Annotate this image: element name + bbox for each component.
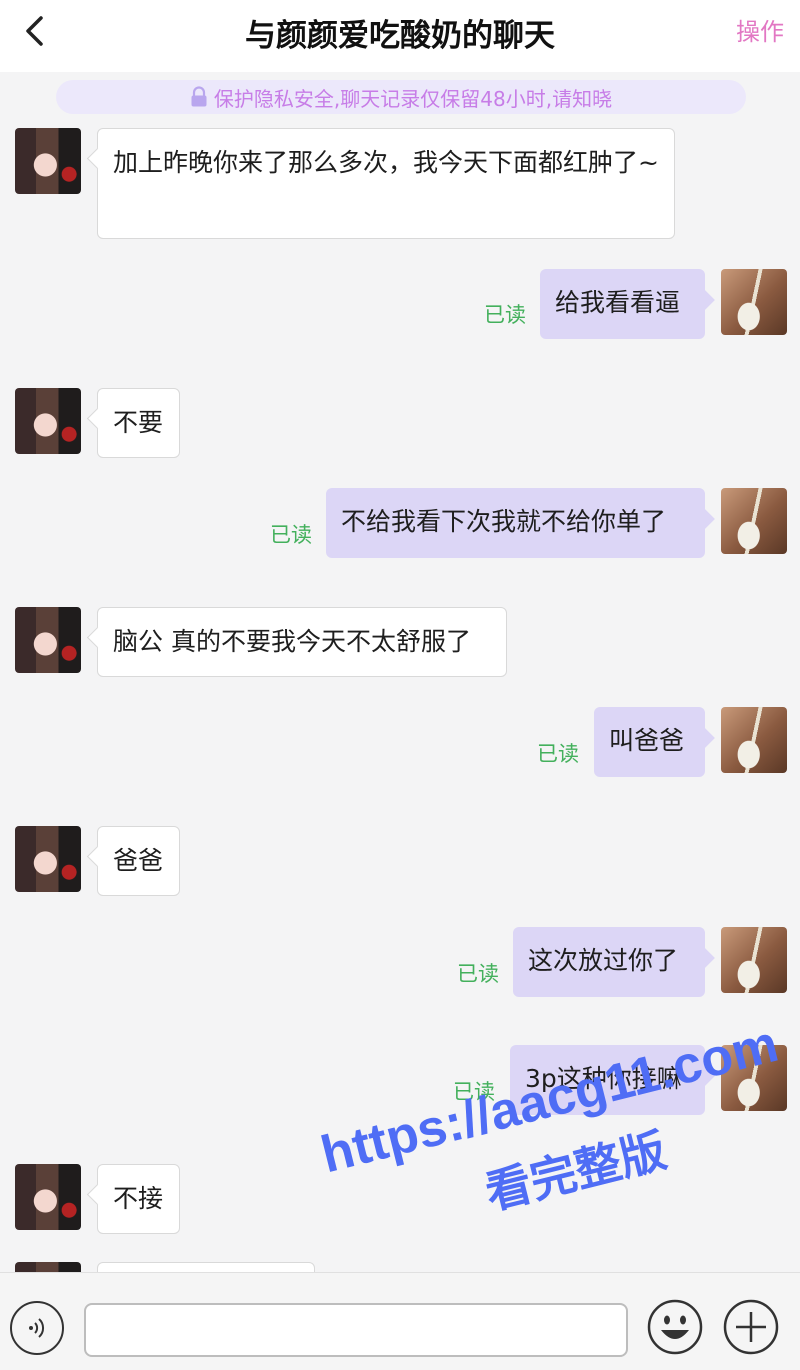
incoming-message: 爸爸 [97, 826, 180, 896]
outgoing-message: 3p这种你接嘛 [510, 1045, 705, 1115]
watermark: https://aacg11.com 看完整版 [308, 972, 800, 1321]
outgoing-message: 这次放过你了 [513, 927, 705, 997]
incoming-message: 加上昨晚你来了那么多次，我今天下面都红肿了~ [97, 128, 675, 239]
privacy-notice: 保护隐私安全,聊天记录仅保留48小时,请知晓 [56, 80, 746, 114]
my-avatar[interactable] [721, 927, 787, 993]
contact-avatar[interactable] [15, 826, 81, 892]
incoming-message: 不接 [97, 1164, 180, 1234]
privacy-notice-text: 保护隐私安全,聊天记录仅保留48小时,请知晓 [213, 86, 613, 111]
emoji-icon[interactable] [646, 1298, 704, 1356]
action-button[interactable]: 操作 [736, 12, 784, 47]
contact-avatar[interactable] [15, 128, 81, 194]
top-bar: 与颜颜爱吃酸奶的聊天 操作 [0, 0, 800, 72]
read-status: 已读 [453, 1080, 495, 1104]
voice-icon [29, 1318, 45, 1338]
my-avatar[interactable] [721, 1045, 787, 1111]
input-bar [0, 1272, 800, 1370]
incoming-message: 脑公 真的不要我今天不太舒服了 [97, 607, 507, 677]
contact-avatar[interactable] [15, 388, 81, 454]
lock-icon [191, 86, 207, 107]
incoming-message: 不要 [97, 388, 180, 458]
read-status: 已读 [457, 962, 499, 986]
chat-title: 与颜颜爱吃酸奶的聊天 [245, 18, 555, 54]
read-status: 已读 [537, 742, 579, 766]
my-avatar[interactable] [721, 488, 787, 554]
my-avatar[interactable] [721, 707, 787, 773]
message-input[interactable] [84, 1303, 628, 1357]
outgoing-message: 给我看看逼 [540, 269, 705, 339]
voice-button[interactable] [10, 1301, 64, 1355]
contact-avatar[interactable] [15, 607, 81, 673]
outgoing-message: 叫爸爸 [594, 707, 705, 777]
read-status: 已读 [270, 523, 312, 547]
contact-avatar[interactable] [15, 1164, 81, 1230]
watermark-cta: 看完整版 [479, 1122, 672, 1220]
read-status: 已读 [484, 303, 526, 327]
plus-icon[interactable] [722, 1298, 780, 1356]
my-avatar[interactable] [721, 269, 787, 335]
outgoing-message: 不给我看下次我就不给你单了 [326, 488, 705, 558]
